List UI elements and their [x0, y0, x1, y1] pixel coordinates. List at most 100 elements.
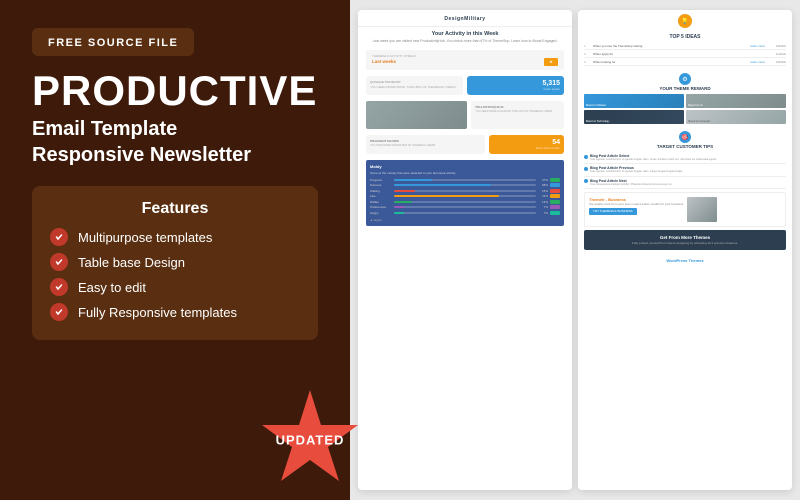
- ep-cta-text: Fully protect yourself from theme design…: [590, 241, 780, 245]
- ep-person-image: [366, 101, 467, 129]
- features-title: Features: [50, 200, 300, 218]
- tag-2: [550, 189, 560, 193]
- ep-biz-image: [687, 197, 717, 222]
- ep-link-row-2: Blog Post Article Next Cras consequat se…: [584, 177, 786, 189]
- feature-text-easy-edit: Easy to edit: [78, 280, 146, 295]
- ep-biz-content: Themelr - Business Top quality work from…: [589, 197, 684, 222]
- ep-metric2-sub: YOU NEED MORE ACCURATE THAN 49% OF THEME…: [475, 110, 560, 113]
- ep-metric1-label: lorem ipsum: [471, 87, 560, 91]
- ep-biz-text: Top quality work from your team means be…: [589, 202, 684, 206]
- ep-table-section: Moldy Some of the molody that were detec…: [366, 160, 564, 226]
- theme-card-0: Board to Software: [584, 94, 684, 108]
- progress-bar-4: [394, 201, 536, 203]
- idea-text-1: When apply for: [593, 52, 762, 56]
- ep-table-footer: ▲ target: [370, 218, 560, 222]
- table-row-pref: Preferences 7%: [370, 205, 560, 209]
- feature-item-multipurpose: Multipurpose templates: [50, 228, 300, 246]
- theme-card-3: Speed on Computer: [686, 110, 786, 124]
- feature-text-multipurpose: Multipurpose templates: [78, 230, 212, 245]
- main-title: PRODUCTIVE: [32, 70, 318, 112]
- ep-biz-btn[interactable]: TRY THEMESILK BUSINESS: [589, 208, 637, 215]
- ep-wp-themes-link[interactable]: WordPress Themes: [587, 255, 783, 266]
- table-row-progress: Progress 27%: [370, 178, 560, 182]
- ep-metric3-row: PRAESENT MAURIS YOU HAVE MORE MAURIS 86%…: [358, 132, 572, 157]
- ep-streak-title: Last weeks: [372, 59, 396, 64]
- tag-5: [550, 205, 560, 209]
- ep-link-row-1: Blog Post Article Previous Cras egestas,…: [584, 164, 786, 176]
- table-row-success: Success 68%: [370, 183, 560, 187]
- email-preview-right: 💡 TOP 5 IDEAS 1. When you use the ThemeS…: [578, 10, 792, 490]
- pct-6: 7%: [538, 211, 548, 215]
- ep-footer: WordPress Themes: [584, 252, 786, 269]
- tag-6: [550, 211, 560, 215]
- ep-link-dot-2: [584, 179, 588, 183]
- idea-link-0[interactable]: learn more: [751, 44, 765, 48]
- progress-bar-5: [394, 206, 536, 208]
- ep-header: DesignMilitary: [358, 10, 572, 27]
- email-preview-left: DesignMilitary Your Activity in this Wee…: [358, 10, 572, 490]
- tag-0: [550, 178, 560, 182]
- ep-top5-title: TOP 5 IDEAS: [584, 30, 786, 42]
- progress-bar-2: [394, 190, 536, 192]
- row-label-5: Preferences: [370, 205, 392, 209]
- ep-metric1-sub: YOU NEED MORE PROD. THAN 88% OF THEMESIL…: [370, 85, 459, 89]
- theme-card-2: Board on Technology: [584, 110, 684, 124]
- ep-metric3-value: 54: [493, 139, 560, 146]
- free-badge-text: FREE SOURCE FILE: [48, 37, 178, 49]
- ep-link-dot-1: [584, 167, 588, 171]
- ep-activity-text: Last week you are visited new Productivi…: [358, 39, 572, 47]
- tag-1: [550, 183, 560, 187]
- ep-metric-blue: 5,315 lorem ipsum: [467, 76, 564, 95]
- ep-streak-bar: THEMESILK ACTIVITY STREAK Last weeks ★: [366, 50, 564, 70]
- left-panel: FREE SOURCE FILE PRODUCTIVE Email Templa…: [0, 0, 350, 500]
- tag-4: [550, 200, 560, 204]
- ep-cta-bar: Get From More Themes Fully protect yours…: [584, 230, 786, 250]
- ep-link-desc-1: Cras egestas, condimentum ut egestas feu…: [590, 170, 683, 173]
- feature-item-table: Table base Design: [50, 253, 300, 271]
- updated-badge: UPDATED: [260, 390, 360, 490]
- progress-bar-6: [394, 212, 536, 214]
- feature-icon-multipurpose: [50, 228, 68, 246]
- idea-row-0: 1. When you use the ThemeSup setting lea…: [584, 42, 786, 50]
- idea-text-0: When you use the ThemeSup setting: [593, 44, 748, 48]
- feature-text-responsive: Fully Responsive templates: [78, 305, 237, 320]
- ep-theme-reward-section: ⚙ YOUR THEME REWARD Board to Software Re…: [578, 69, 792, 127]
- feature-icon-easy-edit: [50, 278, 68, 296]
- ep-metric-yellow: 54 lorem lorem lorem: [489, 135, 564, 154]
- row-label-0: Progress: [370, 178, 392, 182]
- feature-icon-responsive: [50, 303, 68, 321]
- ep-metric3-title: PRAESENT MAURIS: [370, 139, 481, 143]
- ep-table-title: Moldy: [370, 164, 560, 169]
- ep-logo: DesignMilitary: [366, 16, 564, 22]
- subtitle-line1: Email Template: [32, 118, 177, 140]
- idea-row-1: 2. When apply for 0-4click: [584, 50, 786, 58]
- ep-metric1-value: 5,315: [471, 80, 560, 87]
- ep-target-icon: 🎯: [679, 131, 691, 143]
- idea-link-2[interactable]: learn more: [751, 60, 765, 64]
- pct-2: 15%: [538, 189, 548, 193]
- progress-bar-1: [394, 184, 536, 186]
- ep-reward-icon: ⚙: [679, 73, 691, 85]
- ep-metric3-sub: YOU HAVE MORE MAURIS 86% OF THEMESILK US…: [370, 144, 481, 147]
- row-label-3: Like: [370, 194, 392, 198]
- ep-link-content-2: Blog Post Article Next Cras consequat se…: [590, 179, 672, 186]
- ep-link-desc-2: Cras consequat sed aliquet porttitor. Ph…: [590, 183, 672, 186]
- feature-item-responsive: Fully Responsive templates: [50, 303, 300, 321]
- row-label-1: Success: [370, 183, 392, 187]
- tag-3: [550, 194, 560, 198]
- pct-1: 68%: [538, 183, 548, 187]
- ep-metrics-row: QUISQUE TINCIDUNT YOU NEED MORE PROD. TH…: [358, 73, 572, 98]
- ep-metric-praesent: PRAESENT MAURIS YOU HAVE MORE MAURIS 86%…: [366, 135, 485, 154]
- row-label-6: Happy: [370, 211, 392, 215]
- ep-theme-grid: Board to Software Report on Us Board on …: [584, 94, 786, 124]
- feature-item-easy-edit: Easy to edit: [50, 278, 300, 296]
- idea-tag-0: 0-5click: [768, 44, 786, 48]
- ep-target-section: 🎯 TARGET CUSTOMER TIPS Blog Post Article…: [578, 127, 792, 272]
- ep-metric-pellentesque: PELLENTESQUE IN YOU NEED MORE ACCURATE T…: [471, 101, 564, 129]
- ep-activity-title: Your Activity in this Week: [358, 27, 572, 39]
- pct-5: 7%: [538, 205, 548, 209]
- ep-biz-card: Themelr - Business Top quality work from…: [584, 192, 786, 227]
- ep-link-desc-0: Cras egestas, condimentum ut egestas feu…: [590, 158, 717, 161]
- ep-table-sub: Some of the molody that were detected in…: [370, 171, 560, 175]
- subtitle-line2: Responsive Newsletter: [32, 144, 251, 166]
